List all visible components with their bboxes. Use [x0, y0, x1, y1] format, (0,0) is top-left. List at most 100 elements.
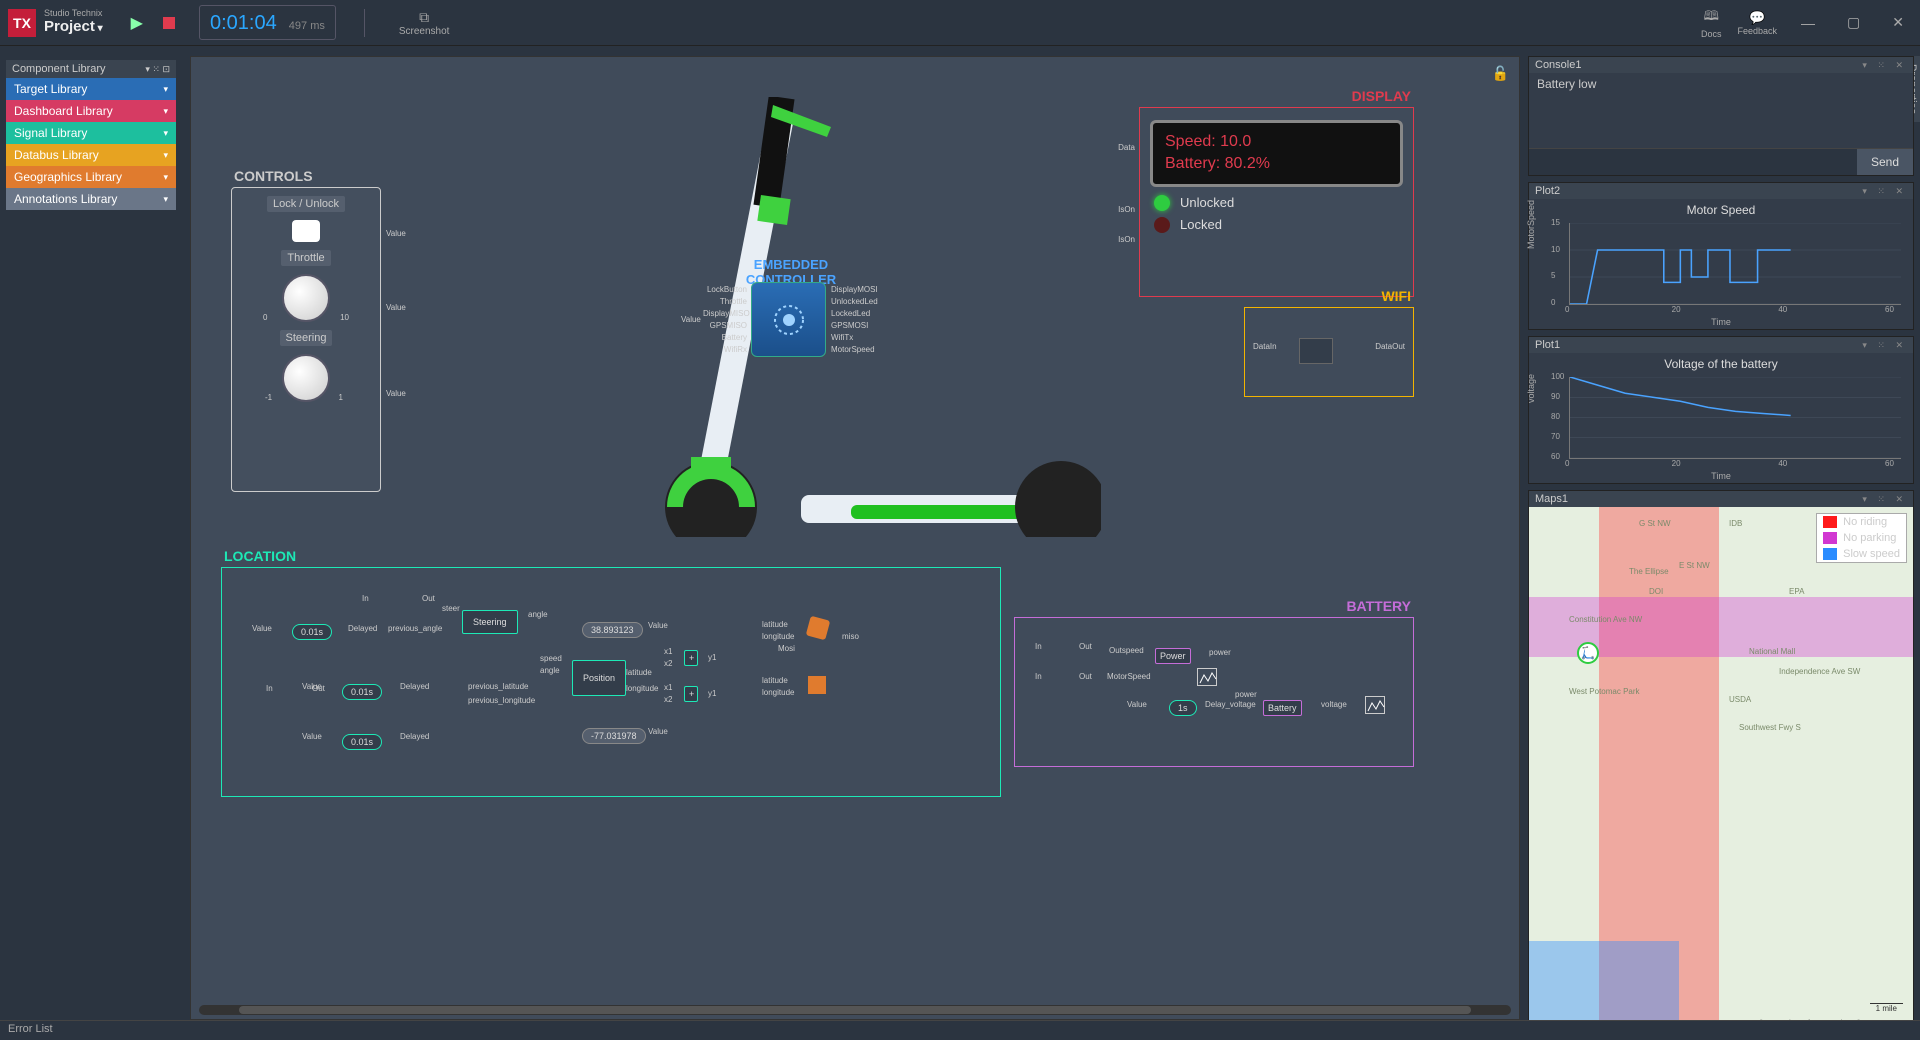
- add-block-1[interactable]: +: [684, 650, 698, 666]
- port-left-WifiRx: WifiRx: [703, 345, 747, 354]
- library-item-3[interactable]: Databus Library▾: [6, 144, 176, 166]
- right-column: Console1 ▾ ⁙ ✕ Battery low Send Plot2▾ ⁙ …: [1528, 56, 1914, 1032]
- position-block[interactable]: Position: [572, 660, 626, 696]
- maps-panel: Maps1▾ ⁙ ✕ 🛴 G St NWE St NWConstitution …: [1528, 490, 1914, 1032]
- port-right-MotorSpeed: MotorSpeed: [831, 345, 875, 354]
- port-left-Battery: Battery: [703, 333, 747, 342]
- console-output: Battery low: [1529, 73, 1913, 148]
- display-title: DISPLAY: [1352, 88, 1411, 104]
- battery-block[interactable]: Battery: [1263, 700, 1302, 716]
- component-library-panel: Component Library▾ ⁙ ⊡ Target Library▾Da…: [6, 60, 176, 210]
- console-send-button[interactable]: Send: [1857, 149, 1913, 175]
- error-list-tab[interactable]: Error List: [8, 1023, 53, 1035]
- throttle-label: Throttle: [281, 250, 330, 266]
- port-right-UnlockedLed: UnlockedLed: [831, 297, 878, 306]
- battery-delay-block[interactable]: 1s: [1169, 700, 1197, 716]
- stop-button[interactable]: [163, 17, 175, 29]
- locked-label: Locked: [1180, 217, 1222, 232]
- console-title: Console1: [1535, 59, 1581, 71]
- plot-sink-2[interactable]: [1365, 696, 1385, 714]
- port-right-WifiTx: WifiTx: [831, 333, 853, 342]
- library-item-0[interactable]: Target Library▾: [6, 78, 176, 100]
- unlocked-led: [1154, 195, 1170, 211]
- timer-value: 0:01:04: [210, 12, 277, 34]
- plot-sink-1[interactable]: [1197, 668, 1217, 686]
- battery-title: BATTERY: [1346, 598, 1411, 614]
- lon-const[interactable]: -77.031978: [582, 728, 646, 744]
- port-right-LockedLed: LockedLed: [831, 309, 870, 318]
- wifi-title: WIFI: [1381, 288, 1411, 304]
- console-input[interactable]: [1529, 149, 1857, 175]
- battery-group: BATTERY Power Battery 1s In Out Outspeed…: [1014, 617, 1414, 767]
- display-group: DISPLAY Speed: 10.0 Battery: 80.2% Unloc…: [1139, 107, 1414, 297]
- location-group: LOCATION 0.01s 0.01s 0.01s Steering 38.8…: [221, 567, 1001, 797]
- lat-const[interactable]: 38.893123: [582, 622, 643, 638]
- lock-unlock-label: Lock / Unlock: [267, 196, 345, 212]
- lcd-line1: Speed: 10.0: [1165, 131, 1388, 153]
- delay-block-2[interactable]: 0.01s: [342, 684, 382, 700]
- map-view[interactable]: 🛴 G St NWE St NWConstitution Ave NWNatio…: [1529, 507, 1913, 1031]
- plot2-area[interactable]: [1569, 223, 1901, 305]
- delay-block-1[interactable]: 0.01s: [292, 624, 332, 640]
- port-left-DisplayMISO: DisplayMISO: [703, 309, 747, 318]
- window-close[interactable]: ✕: [1884, 10, 1912, 35]
- lcd-line2: Battery: 80.2%: [1165, 153, 1388, 175]
- component-library-header[interactable]: Component Library▾ ⁙ ⊡: [6, 60, 176, 78]
- port-right-GPSMOSI: GPSMOSI: [831, 321, 868, 330]
- play-button[interactable]: ▶: [131, 13, 143, 33]
- canvas-lock-icon[interactable]: 🔓: [1492, 65, 1509, 82]
- library-item-5[interactable]: Annotations Library▾: [6, 188, 176, 210]
- timer-display: 0:01:04 497 ms: [199, 5, 336, 40]
- controls-title: CONTROLS: [234, 168, 313, 184]
- topbar: TX Studio Technix Project ▾ ▶ 0:01:04 49…: [0, 0, 1920, 46]
- console-panel: Console1 ▾ ⁙ ✕ Battery low Send: [1528, 56, 1914, 176]
- panel-controls[interactable]: ▾ ⁙ ✕: [1862, 60, 1907, 71]
- docs-button[interactable]: 🕮Docs: [1701, 7, 1722, 39]
- lock-toggle[interactable]: [292, 220, 320, 242]
- port-left-LockButton: LockButton: [703, 285, 747, 294]
- library-item-1[interactable]: Dashboard Library▾: [6, 100, 176, 122]
- window-minimize[interactable]: —: [1793, 11, 1823, 35]
- app-logo: TX: [8, 9, 36, 37]
- unlocked-label: Unlocked: [1180, 195, 1234, 210]
- steering-block[interactable]: Steering: [462, 610, 518, 634]
- screenshot-button[interactable]: ⧉ Screenshot: [399, 9, 450, 37]
- location-title: LOCATION: [224, 548, 296, 564]
- add-block-2[interactable]: +: [684, 686, 698, 702]
- wifi-block[interactable]: [1299, 338, 1333, 364]
- library-item-2[interactable]: Signal Library▾: [6, 122, 176, 144]
- project-name: Project: [44, 18, 95, 35]
- design-canvas[interactable]: 🔓 CONTROLS Lock / Unlock Throttle 0 10: [190, 56, 1520, 1020]
- steering-label: Steering: [280, 330, 333, 346]
- project-title-block[interactable]: Studio Technix Project ▾: [44, 9, 103, 35]
- plot2-panel: Plot2▾ ⁙ ✕ Motor Speed MotorSpeed Time 0…: [1528, 182, 1914, 330]
- throttle-knob[interactable]: [282, 274, 330, 322]
- power-block[interactable]: Power: [1155, 648, 1191, 664]
- scooter-map-marker: 🛴: [1577, 642, 1599, 664]
- map-legend: No ridingNo parkingSlow speed: [1816, 513, 1907, 563]
- library-item-4[interactable]: Geographics Library▾: [6, 166, 176, 188]
- maps-title: Maps1: [1535, 493, 1568, 505]
- gps-module-icon[interactable]: [808, 676, 826, 694]
- plot2-title: Plot2: [1535, 185, 1560, 197]
- canvas-h-scrollbar[interactable]: [199, 1005, 1511, 1015]
- steering-knob[interactable]: [282, 354, 330, 402]
- plot1-chart-title: Voltage of the battery: [1529, 353, 1913, 375]
- embedded-controller-block[interactable]: [751, 282, 826, 357]
- gps-sat-icon[interactable]: [806, 616, 830, 640]
- port-left-GPSMISO: GPSMISO: [703, 321, 747, 330]
- controls-group: CONTROLS Lock / Unlock Throttle 0 10 Ste…: [231, 187, 381, 492]
- lcd-screen: Speed: 10.0 Battery: 80.2%: [1150, 120, 1403, 187]
- plot1-panel: Plot1▾ ⁙ ✕ Voltage of the battery voltag…: [1528, 336, 1914, 484]
- window-maximize[interactable]: ▢: [1839, 10, 1868, 35]
- plot1-title: Plot1: [1535, 339, 1560, 351]
- bottom-bar: Error List: [0, 1020, 1920, 1040]
- port-left-Throttle: Throttle: [703, 297, 747, 306]
- feedback-button[interactable]: 💬Feedback: [1738, 10, 1778, 36]
- plot2-chart-title: Motor Speed: [1529, 199, 1913, 221]
- port-right-DisplayMOSI: DisplayMOSI: [831, 285, 878, 294]
- wifi-group: WIFI DataIn DataOut: [1244, 307, 1414, 397]
- delay-block-3[interactable]: 0.01s: [342, 734, 382, 750]
- locked-led: [1154, 217, 1170, 233]
- plot1-area[interactable]: [1569, 377, 1901, 459]
